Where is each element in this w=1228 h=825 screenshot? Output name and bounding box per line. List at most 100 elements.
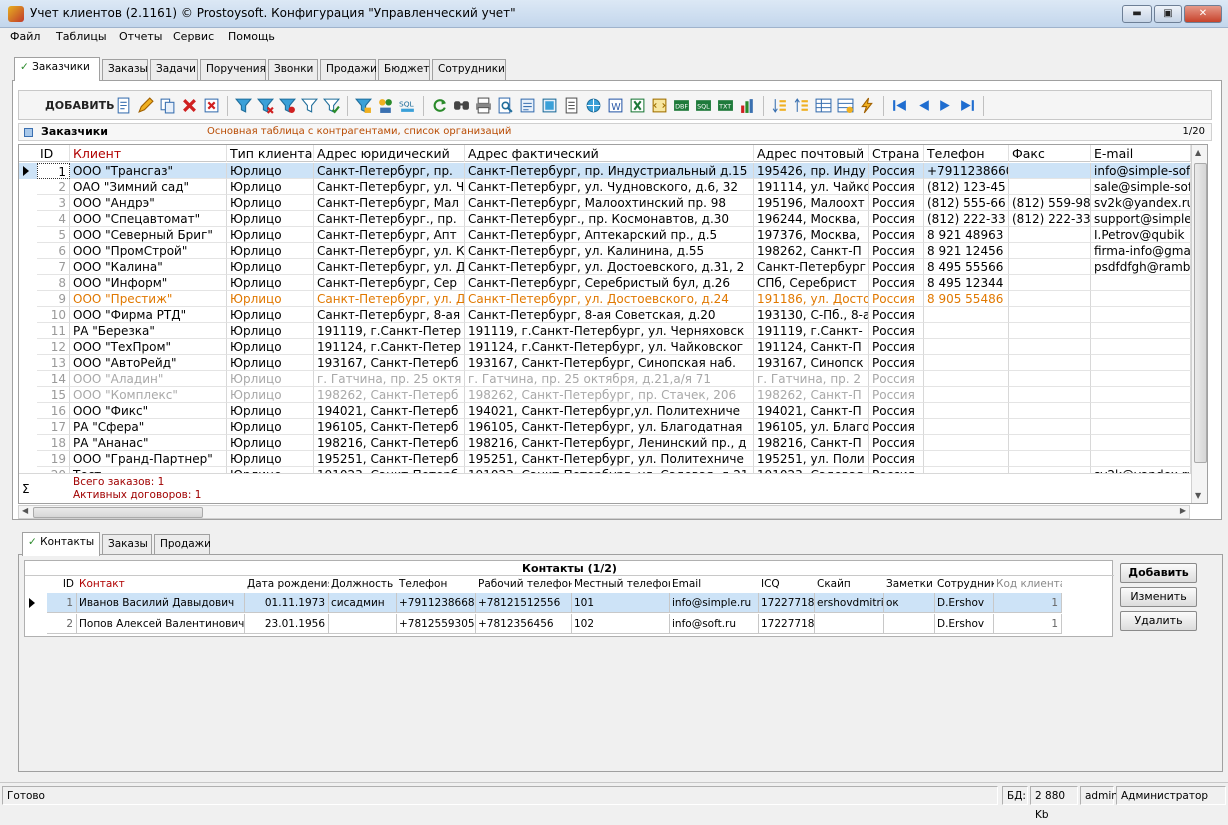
- menu-service[interactable]: Сервис: [173, 30, 214, 43]
- col-id[interactable]: 5: [37, 227, 70, 243]
- col-country[interactable]: Россия: [869, 307, 924, 323]
- col-id[interactable]: 13: [37, 355, 70, 371]
- customers-grid[interactable]: ID Клиент Тип клиента Адрес юридический Адре…: [18, 144, 1208, 504]
- col-actual-address[interactable]: 193167, Санкт-Петербург, Синопская наб.: [465, 355, 754, 371]
- col-client[interactable]: ООО "ТехПром": [70, 339, 227, 355]
- col-email[interactable]: sv2k@yandex.ru: [1091, 195, 1191, 211]
- col-work-phone[interactable]: +7812356456: [476, 614, 572, 634]
- delete-icon[interactable]: [181, 97, 198, 114]
- sort-asc-icon[interactable]: [771, 97, 788, 114]
- add-contact-button[interactable]: Добавить: [1120, 563, 1197, 583]
- col-fax[interactable]: [1009, 163, 1091, 179]
- minimize-button[interactable]: ▬: [1122, 5, 1152, 23]
- col-birthdate-header[interactable]: Дата рождения: [245, 577, 329, 592]
- col-employee-header[interactable]: Сотрудник: [935, 577, 994, 592]
- col-fax[interactable]: [1009, 243, 1091, 259]
- col-actual-address[interactable]: 198262, Санкт-Петербург, пр. Стачек, 206: [465, 387, 754, 403]
- col-phone[interactable]: 8 495 55566: [924, 259, 1009, 275]
- col-client[interactable]: ОАО "Зимний сад": [70, 179, 227, 195]
- col-actual-address[interactable]: 191124, г.Санкт-Петербург, ул. Чайковско…: [465, 339, 754, 355]
- col-legal-address[interactable]: Санкт-Петербург, Мал: [314, 195, 465, 211]
- table-row[interactable]: 12 ООО "ТехПром" Юрлицо 191124, г.Санкт-Пет…: [19, 339, 1191, 355]
- scroll-up-icon[interactable]: ▲: [1195, 148, 1201, 157]
- hscroll-thumb[interactable]: [33, 507, 203, 518]
- col-id[interactable]: 15: [37, 387, 70, 403]
- print-preview-icon[interactable]: [497, 97, 514, 114]
- col-id[interactable]: 3: [37, 195, 70, 211]
- group-filter-icon[interactable]: [355, 97, 372, 114]
- export-csv-icon[interactable]: [541, 97, 558, 114]
- col-contact[interactable]: Иванов Василий Давыдович: [77, 593, 245, 613]
- col-legal-address[interactable]: 193167, Санкт-Петерб: [314, 355, 465, 371]
- col-id-header[interactable]: ID: [47, 577, 77, 592]
- col-client[interactable]: ООО "Северный Бриг": [70, 227, 227, 243]
- delete-contact-button[interactable]: Удалить: [1120, 611, 1197, 631]
- col-email[interactable]: psdfdfgh@ramb: [1091, 259, 1191, 275]
- col-country[interactable]: Россия: [869, 243, 924, 259]
- edit-contact-button[interactable]: Изменить: [1120, 587, 1197, 607]
- col-country[interactable]: Россия: [869, 355, 924, 371]
- col-country[interactable]: Россия: [869, 435, 924, 451]
- col-skype[interactable]: [815, 614, 884, 634]
- col-id[interactable]: 14: [37, 371, 70, 387]
- table-row[interactable]: 5 ООО "Северный Бриг" Юрлицо Санкт-Петербур…: [19, 227, 1191, 243]
- col-email[interactable]: [1091, 291, 1191, 307]
- col-phone-header[interactable]: Телефон: [924, 145, 1009, 162]
- col-phone[interactable]: [924, 387, 1009, 403]
- col-country[interactable]: Россия: [869, 259, 924, 275]
- col-actual-address[interactable]: Санкт-Петербург., пр. Космонавтов, д.30: [465, 211, 754, 227]
- col-fax[interactable]: [1009, 355, 1091, 371]
- col-country[interactable]: Россия: [869, 403, 924, 419]
- col-phone[interactable]: [924, 451, 1009, 467]
- col-postal-address[interactable]: 191119, г.Санкт-: [754, 323, 869, 339]
- col-client[interactable]: ООО "Андрэ": [70, 195, 227, 211]
- col-phone[interactable]: [924, 323, 1009, 339]
- col-icq[interactable]: 17227718: [759, 593, 815, 613]
- col-client[interactable]: ООО "Трансгаз": [70, 163, 227, 179]
- col-phone[interactable]: (812) 555-66: [924, 195, 1009, 211]
- col-legal-address[interactable]: Санкт-Петербург, ул. К: [314, 243, 465, 259]
- col-id[interactable]: 1: [47, 593, 77, 613]
- col-fax[interactable]: [1009, 403, 1091, 419]
- col-postal-address[interactable]: 196105, ул. Благо: [754, 419, 869, 435]
- lightning-icon[interactable]: [859, 97, 876, 114]
- col-phone[interactable]: 8 921 12456: [924, 243, 1009, 259]
- col-legal-address[interactable]: 191119, г.Санкт-Петер: [314, 323, 465, 339]
- col-actual-address[interactable]: Санкт-Петербург, ул. Достоевского, д.31,…: [465, 259, 754, 275]
- col-type[interactable]: Юрлицо: [227, 179, 314, 195]
- sort-desc-icon[interactable]: [793, 97, 810, 114]
- col-email[interactable]: I.Petrov@qubik: [1091, 227, 1191, 243]
- col-actual-address[interactable]: 198216, Санкт-Петербург, Ленинский пр., …: [465, 435, 754, 451]
- table-row[interactable]: 10 ООО "Фирма РТД" Юрлицо Санкт-Петербург, …: [19, 307, 1191, 323]
- col-email[interactable]: [1091, 339, 1191, 355]
- col-client[interactable]: ООО "Комплекс": [70, 387, 227, 403]
- col-phone[interactable]: (812) 123-45: [924, 179, 1009, 195]
- col-id[interactable]: 12: [37, 339, 70, 355]
- col-legal-address[interactable]: Санкт-Петербург, ул. Д: [314, 291, 465, 307]
- col-actual-address[interactable]: 191119, г.Санкт-Петербург, ул. Черняховс…: [465, 323, 754, 339]
- menu-tables[interactable]: Таблицы: [56, 30, 107, 43]
- col-phone[interactable]: 8 921 48963: [924, 227, 1009, 243]
- col-position-header[interactable]: Должность: [329, 577, 397, 592]
- export-sql-icon[interactable]: SQL: [695, 97, 712, 114]
- col-type[interactable]: Юрлицо: [227, 403, 314, 419]
- col-type[interactable]: Юрлицо: [227, 435, 314, 451]
- col-legal-address[interactable]: 198216, Санкт-Петерб: [314, 435, 465, 451]
- col-actual-address[interactable]: г. Гатчина, пр. 25 октября, д.21,а/я 71: [465, 371, 754, 387]
- col-postal-address[interactable]: 194021, Санкт-П: [754, 403, 869, 419]
- col-legal-address[interactable]: 198262, Санкт-Петерб: [314, 387, 465, 403]
- col-country[interactable]: Россия: [869, 163, 924, 179]
- col-fax[interactable]: (812) 222-33: [1009, 211, 1091, 227]
- col-fax[interactable]: [1009, 259, 1091, 275]
- col-email[interactable]: [1091, 323, 1191, 339]
- export-icon[interactable]: [519, 97, 536, 114]
- col-work-phone[interactable]: +78121512556: [476, 593, 572, 613]
- col-actual-address[interactable]: Санкт-Петербург, ул. Достоевского, д.24: [465, 291, 754, 307]
- group-icon[interactable]: [377, 97, 394, 114]
- col-actual-address-header[interactable]: Адрес фактический: [465, 145, 754, 162]
- col-legal-address-header[interactable]: Адрес юридический: [314, 145, 465, 162]
- col-country[interactable]: Россия: [869, 339, 924, 355]
- col-postal-address[interactable]: Санкт-Петербург: [754, 259, 869, 275]
- col-phone[interactable]: +78125593054: [397, 614, 476, 634]
- col-id-header[interactable]: ID: [37, 145, 70, 162]
